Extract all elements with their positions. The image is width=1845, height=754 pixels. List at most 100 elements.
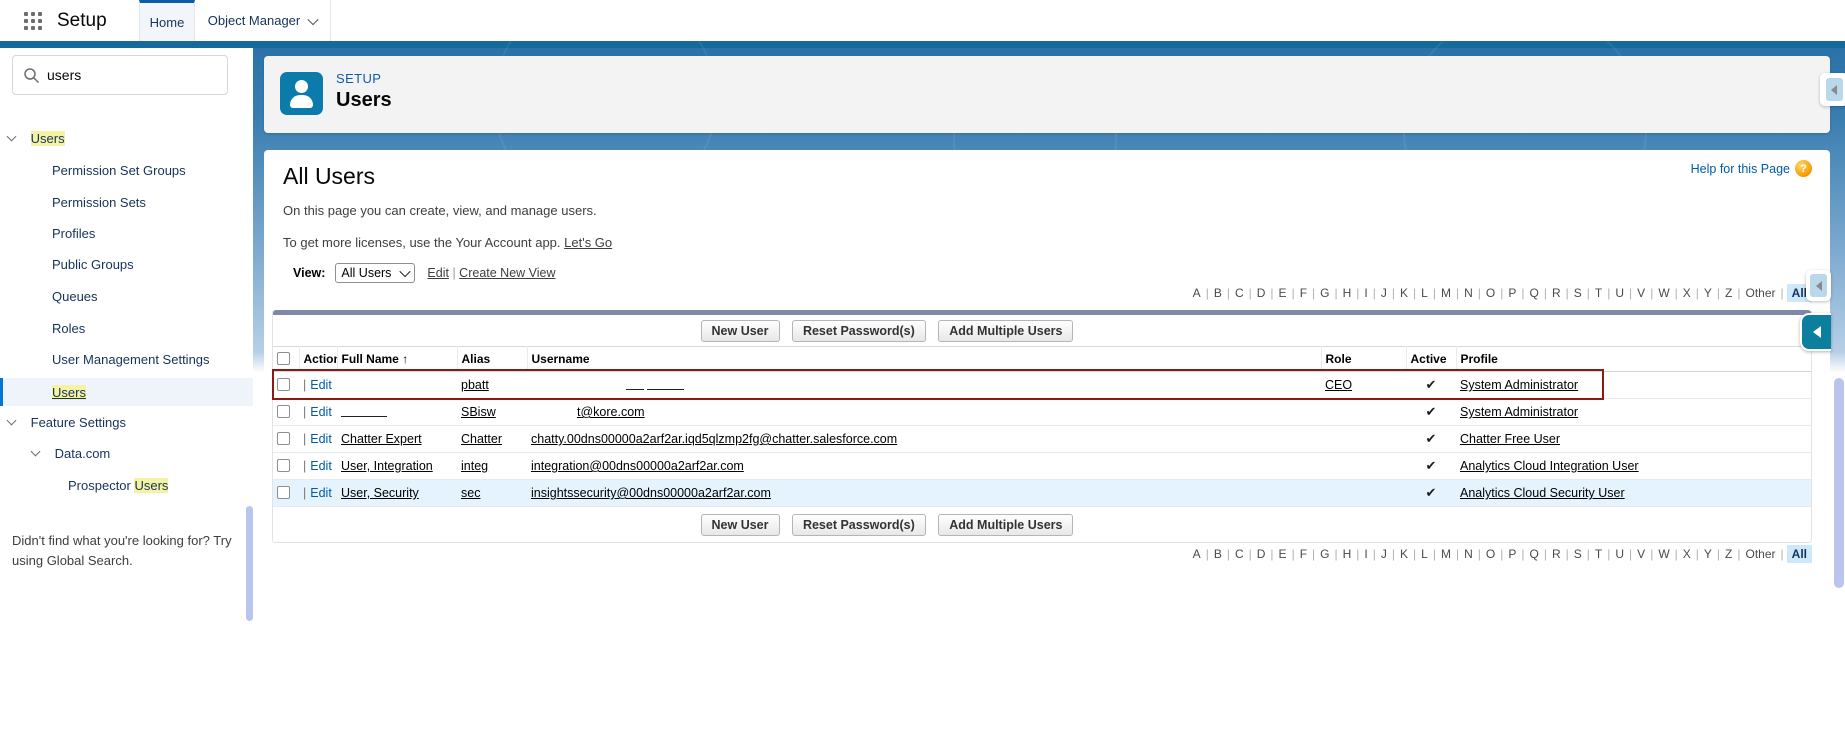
row-checkbox[interactable] <box>277 432 290 445</box>
alphabet-link-f[interactable]: F <box>1298 546 1309 562</box>
column-header-alias[interactable]: Alias <box>456 346 527 372</box>
alphabet-link-i[interactable]: I <box>1362 285 1369 301</box>
column-header-role[interactable]: Role <box>1320 346 1406 372</box>
alphabet-link-g[interactable]: G <box>1318 546 1331 562</box>
alphabet-link-o[interactable]: O <box>1484 546 1497 562</box>
alphabet-link-u[interactable]: U <box>1613 285 1626 301</box>
alias-link[interactable]: integ <box>461 459 488 473</box>
alphabet-link-q[interactable]: Q <box>1528 285 1541 301</box>
alphabet-link-j[interactable]: J <box>1379 546 1389 562</box>
alphabet-link-h[interactable]: H <box>1341 546 1354 562</box>
edit-link[interactable]: Edit <box>310 405 332 419</box>
alphabet-link-x[interactable]: X <box>1681 285 1693 301</box>
sidebar-group-users[interactable]: Users <box>6 131 65 146</box>
profile-link[interactable]: Analytics Cloud Integration User <box>1460 459 1639 473</box>
collapse-panel-toggle-top[interactable] <box>1820 73 1845 106</box>
row-checkbox[interactable] <box>277 459 290 472</box>
help-for-this-page-link[interactable]: Help for this Page <box>1691 162 1790 176</box>
alphabet-link-j[interactable]: J <box>1379 285 1389 301</box>
collapse-panel-toggle-middle[interactable] <box>1806 270 1831 301</box>
alphabet-link-c[interactable]: C <box>1233 546 1246 562</box>
reset-passwords-button[interactable]: Reset Password(s) <box>791 514 926 536</box>
column-header-profile[interactable]: Profile <box>1455 346 1811 372</box>
sidebar-group-feature-settings[interactable]: Feature Settings <box>6 415 126 430</box>
profile-link[interactable]: Chatter Free User <box>1460 432 1560 446</box>
alphabet-link-d[interactable]: D <box>1255 285 1268 301</box>
alphabet-link-y[interactable]: Y <box>1702 285 1714 301</box>
alphabet-link-e[interactable]: E <box>1277 546 1289 562</box>
alphabet-link-w[interactable]: W <box>1656 285 1671 301</box>
add-multiple-users-button[interactable]: Add Multiple Users <box>938 514 1074 536</box>
alphabet-link-g[interactable]: G <box>1318 285 1331 301</box>
view-select[interactable]: All Users <box>335 263 416 283</box>
alphabet-link-a[interactable]: A <box>1191 546 1203 562</box>
row-checkbox[interactable] <box>277 405 290 418</box>
alphabet-link-b[interactable]: B <box>1212 546 1224 562</box>
alphabet-link-x[interactable]: X <box>1681 546 1693 562</box>
column-header-full-name[interactable]: Full Name ↑ <box>336 346 457 372</box>
alphabet-link-i[interactable]: I <box>1362 546 1369 562</box>
alphabet-link-n[interactable]: N <box>1462 546 1475 562</box>
alphabet-link-e[interactable]: E <box>1277 285 1289 301</box>
row-checkbox[interactable] <box>277 378 290 391</box>
alphabet-link-s[interactable]: S <box>1572 546 1584 562</box>
page-scrollbar[interactable] <box>1834 378 1844 588</box>
full-name-link[interactable]: User, Integration <box>341 459 433 473</box>
role-link[interactable]: CEO <box>1325 378 1352 392</box>
username-link[interactable]: t@kore.com <box>577 405 645 419</box>
tab-home[interactable]: Home <box>139 0 195 41</box>
username-link[interactable]: insightssecurity@00dns00000a2arf2ar.com <box>531 486 771 500</box>
alphabet-link-h[interactable]: H <box>1341 285 1354 301</box>
profile-link[interactable]: Analytics Cloud Security User <box>1460 486 1625 500</box>
alphabet-link-u[interactable]: U <box>1613 546 1626 562</box>
column-header-action[interactable]: Action <box>298 346 337 372</box>
full-name-link[interactable]: User, Security <box>341 486 419 500</box>
alphabet-link-s[interactable]: S <box>1572 285 1584 301</box>
alphabet-link-f[interactable]: F <box>1298 285 1309 301</box>
edit-link[interactable]: Edit <box>310 432 332 446</box>
row-checkbox[interactable] <box>277 486 290 499</box>
sidebar-item-roles[interactable]: Roles <box>52 321 85 336</box>
alphabet-link-m[interactable]: M <box>1439 285 1453 301</box>
alphabet-link-o[interactable]: O <box>1484 285 1497 301</box>
alphabet-link-p[interactable]: P <box>1506 546 1518 562</box>
alphabet-link-q[interactable]: Q <box>1528 546 1541 562</box>
alphabet-link-t[interactable]: T <box>1593 546 1604 562</box>
alphabet-link-y[interactable]: Y <box>1702 546 1714 562</box>
sidebar-item-permission-set-groups[interactable]: Permission Set Groups <box>52 163 186 178</box>
alphabet-link-r[interactable]: R <box>1550 285 1563 301</box>
app-launcher-icon[interactable] <box>24 12 42 30</box>
profile-link[interactable]: System Administrator <box>1460 405 1578 419</box>
select-all-checkbox[interactable] <box>277 352 290 365</box>
edit-link[interactable]: Edit <box>310 459 332 473</box>
edit-link[interactable]: Edit <box>310 378 332 392</box>
username-link[interactable]: integration@00dns00000a2arf2ar.com <box>531 459 744 473</box>
alphabet-link-z[interactable]: Z <box>1723 546 1734 562</box>
alphabet-link-d[interactable]: D <box>1255 546 1268 562</box>
alphabet-link-r[interactable]: R <box>1550 546 1563 562</box>
alphabet-link-k[interactable]: K <box>1398 546 1410 562</box>
alphabet-link-all[interactable]: All <box>1786 545 1812 563</box>
alphabet-link-k[interactable]: K <box>1398 285 1410 301</box>
username-link[interactable]: chatty.00dns00000a2arf2ar.iqd5qlzmp2fg@c… <box>531 432 897 446</box>
tab-object-manager[interactable]: Object Manager <box>195 0 331 41</box>
alphabet-link-l[interactable]: L <box>1419 546 1430 562</box>
lets-go-link[interactable]: Let's Go <box>564 235 612 250</box>
alphabet-link-t[interactable]: T <box>1593 285 1604 301</box>
alias-link[interactable]: pbatt <box>461 378 489 392</box>
sidebar-scrollbar[interactable] <box>246 506 253 621</box>
alphabet-link-v[interactable]: V <box>1635 285 1647 301</box>
sidebar-item-public-groups[interactable]: Public Groups <box>52 257 134 272</box>
sidebar-item-user-management-settings[interactable]: User Management Settings <box>52 352 210 367</box>
column-header-active[interactable]: Active <box>1405 346 1456 372</box>
alphabet-link-l[interactable]: L <box>1419 285 1430 301</box>
sidebar-item-queues[interactable]: Queues <box>52 289 98 304</box>
alphabet-link-c[interactable]: C <box>1233 285 1246 301</box>
profile-link[interactable]: System Administrator <box>1460 378 1578 392</box>
release-notes-toggle[interactable] <box>1800 313 1831 351</box>
help-icon[interactable]: ? <box>1795 160 1812 177</box>
column-header-username[interactable]: Username <box>526 346 1321 372</box>
view-edit-link[interactable]: Edit <box>427 266 449 280</box>
new-user-button[interactable]: New User <box>700 320 780 342</box>
alphabet-link-w[interactable]: W <box>1656 546 1671 562</box>
